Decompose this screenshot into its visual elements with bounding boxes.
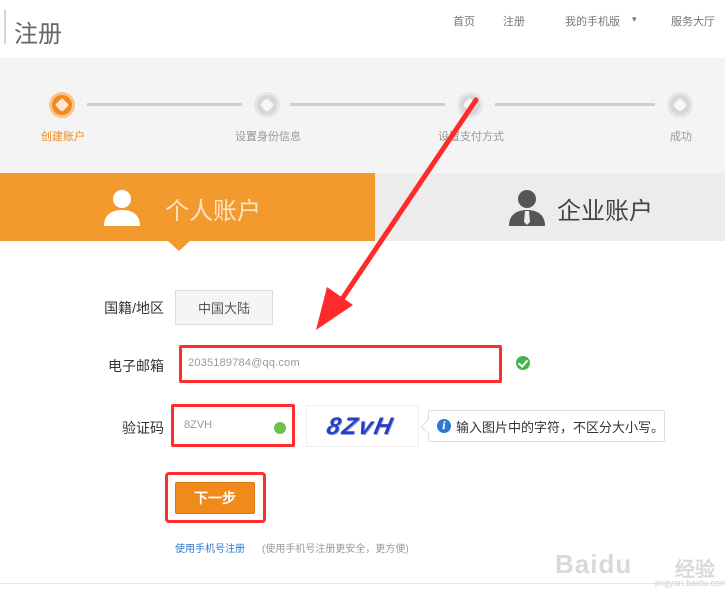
progress-steps: 创建账户 设置身份信息 设置支付方式 成功 — [0, 58, 725, 173]
baidu-jingyan-watermark: Baidu 经验 jingyan.baidu.com — [555, 545, 725, 588]
captcha-label: 验证码 — [122, 420, 164, 436]
step-connector — [87, 103, 242, 106]
header-divider — [4, 10, 6, 44]
country-select[interactable]: 中国大陆 — [175, 290, 273, 325]
step-3-icon — [457, 92, 483, 118]
step-1-icon — [49, 92, 75, 118]
captcha-status-icon — [274, 422, 286, 434]
register-by-phone-note: (使用手机号注册更安全，更方便) — [262, 544, 409, 555]
captcha-image[interactable]: 8ZvH — [306, 405, 419, 447]
email-field[interactable]: 2035189784@qq.com — [179, 345, 502, 383]
watermark-brand: Baidu — [555, 549, 633, 579]
email-field-value: 2035189784@qq.com — [188, 357, 300, 369]
step-4-icon — [667, 92, 693, 118]
step-2-label: 设置身份信息 — [235, 131, 301, 143]
step-4-label: 成功 — [670, 131, 692, 143]
watermark-url: jingyan.baidu.com — [655, 578, 725, 588]
step-1-label: 创建账户 — [41, 131, 85, 143]
nav-mobile-link[interactable]: 我的手机版 — [565, 13, 620, 29]
account-type-tabs: 个人账户 企业账户 — [0, 173, 725, 251]
tab-personal-label: 个人账户 — [165, 198, 261, 225]
step-connector — [495, 103, 655, 106]
nav-register-link[interactable]: 注册 — [503, 13, 525, 29]
active-tab-pointer — [168, 241, 190, 251]
tab-company-label: 企业账户 — [557, 198, 653, 225]
captcha-field[interactable]: 8ZVH — [171, 404, 295, 447]
nav-service-link[interactable]: 服务大厅 — [671, 13, 715, 29]
chevron-down-icon[interactable]: ▾ — [632, 14, 637, 25]
step-connector — [290, 103, 445, 106]
business-person-icon — [509, 190, 545, 226]
tab-personal-account[interactable]: 个人账户 — [0, 173, 375, 251]
next-button[interactable]: 下一步 — [175, 482, 255, 514]
check-icon — [516, 356, 530, 370]
captcha-image-text: 8ZvH — [324, 413, 397, 440]
nav-home-link[interactable]: 首页 — [453, 13, 475, 29]
captcha-field-value: 8ZVH — [184, 419, 213, 431]
captcha-hint-tooltip: i 输入图片中的字符，不区分大小写。 — [428, 410, 665, 442]
page-title: 注册 — [14, 21, 62, 48]
tab-company-account[interactable]: 企业账户 — [375, 173, 725, 241]
register-by-phone-link[interactable]: 使用手机号注册 — [175, 540, 245, 555]
step-2-icon — [254, 92, 280, 118]
country-label: 国籍/地区 — [104, 300, 164, 316]
top-header: 注册 首页 注册 我的手机版 ▾ 服务大厅 — [0, 0, 725, 58]
person-icon — [104, 190, 140, 226]
next-button-highlight: 下一步 — [165, 472, 266, 523]
step-3-label: 设置支付方式 — [438, 131, 504, 143]
captcha-hint-text: 输入图片中的字符，不区分大小写。 — [456, 419, 665, 435]
email-label: 电子邮箱 — [108, 358, 164, 374]
info-icon: i — [437, 419, 451, 433]
